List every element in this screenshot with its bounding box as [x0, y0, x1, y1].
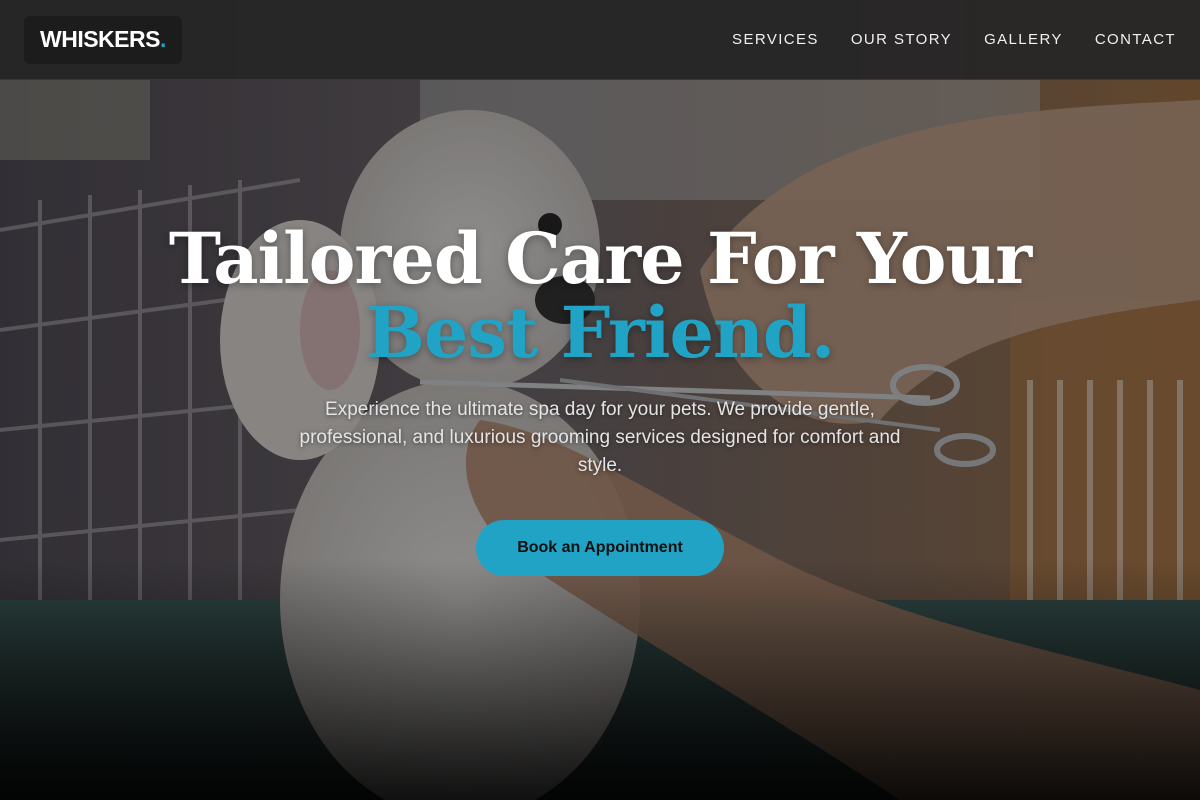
site-header: WHISKERS. SERVICES OUR STORY GALLERY CON… [0, 0, 1200, 80]
hero-title-accent: Best Friend. [365, 291, 836, 374]
logo-dot: . [159, 26, 166, 52]
hero-section: WHISKERS. SERVICES OUR STORY GALLERY CON… [0, 0, 1200, 800]
hero-content: Tailored Care For Your Best Friend. Expe… [0, 222, 1200, 576]
logo[interactable]: WHISKERS. [24, 15, 182, 64]
nav-link-contact[interactable]: CONTACT [1095, 31, 1176, 48]
nav-link-gallery[interactable]: GALLERY [984, 31, 1063, 48]
hero-title-line-1: Tailored Care For Your [168, 217, 1032, 300]
book-appointment-button[interactable]: Book an Appointment [476, 520, 724, 576]
nav-link-services[interactable]: SERVICES [732, 31, 819, 48]
hero-subtitle: Experience the ultimate spa day for your… [299, 399, 901, 476]
nav-link-our-story[interactable]: OUR STORY [851, 31, 952, 48]
main-nav: SERVICES OUR STORY GALLERY CONTACT [732, 31, 1176, 48]
hero-title: Tailored Care For Your Best Friend. [0, 222, 1200, 370]
logo-text: WHISKERS [40, 26, 160, 52]
